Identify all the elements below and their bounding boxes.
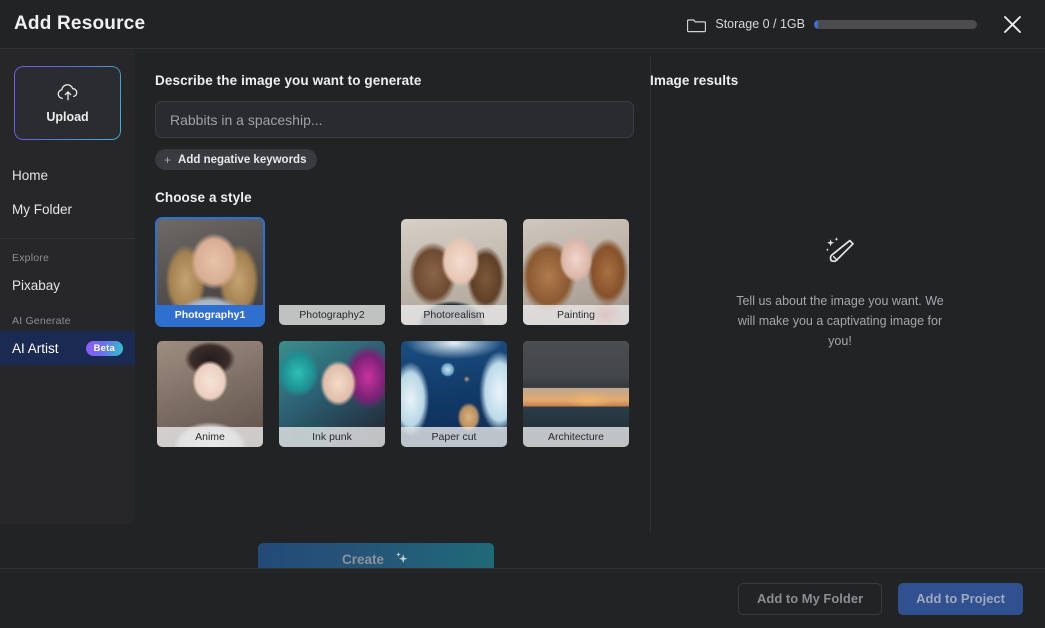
results-pane: Image results Tell us about the image yo… [635,49,1045,628]
main-content: Describe the image you want to generate … [135,49,1045,628]
sidebar-group-label-ai-generate: AI Generate [0,302,135,331]
upload-label: Upload [46,110,88,124]
style-grid: Photography1 Photography2 Photorealism P… [155,217,631,449]
sidebar-item-label: Pixabay [12,278,60,293]
folder-icon [687,16,706,33]
header-right-group: Storage 0 / 1GB [687,9,1027,39]
add-to-project-button[interactable]: Add to Project [898,583,1023,615]
results-empty-state: Tell us about the image you want. We wil… [635,234,1045,351]
sidebar-group-label-explore: Explore [0,239,135,268]
style-label: Photography1 [157,305,263,325]
cloud-upload-icon [56,83,80,103]
dialog-header: Add Resource Storage 0 / 1GB [0,0,1045,49]
style-section-title: Choose a style [155,190,635,205]
storage-progress-bar [814,20,977,29]
add-negative-keywords-label: Add negative keywords [178,154,306,166]
dialog-body: Upload Home My Folder Explore Pixabay AI… [0,49,1045,628]
style-card-photorealism[interactable]: Photorealism [399,217,509,327]
storage-text: Storage 0 / 1GB [715,17,805,31]
sidebar-item-my-folder[interactable]: My Folder [0,192,135,226]
plus-icon: + [164,154,171,166]
sidebar-item-label: Home [12,168,48,183]
style-label: Paper cut [401,427,507,447]
style-label: Ink punk [279,427,385,447]
sidebar-item-ai-artist[interactable]: AI Artist Beta [0,331,135,365]
style-card-photography2[interactable]: Photography2 [277,217,387,327]
sidebar-item-home[interactable]: Home [0,158,135,192]
generator-pane: Describe the image you want to generate … [135,49,635,628]
results-title: Image results [650,73,1045,88]
sidebar: Upload Home My Folder Explore Pixabay AI… [0,49,135,524]
style-label: Painting [523,305,629,325]
style-card-anime[interactable]: Anime [155,339,265,449]
close-button[interactable] [997,9,1027,39]
style-label: Photography2 [279,305,385,325]
storage-indicator: Storage 0 / 1GB [687,16,977,33]
style-label: Photorealism [401,305,507,325]
sparkle-icon [393,550,410,570]
add-to-my-folder-button[interactable]: Add to My Folder [738,583,882,615]
style-label: Anime [157,427,263,447]
magic-wand-icon [822,234,858,270]
style-label: Architecture [523,427,629,447]
dialog-footer: Add to My Folder Add to Project [0,568,1045,628]
style-card-paper-cut[interactable]: Paper cut [399,339,509,449]
results-empty-text: Tell us about the image you want. We wil… [733,292,948,351]
sidebar-item-label: AI Artist [12,341,59,356]
upload-button[interactable]: Upload [14,66,121,140]
style-card-ink-punk[interactable]: Ink punk [277,339,387,449]
style-card-architecture[interactable]: Architecture [521,339,631,449]
style-card-painting[interactable]: Painting [521,217,631,327]
prompt-input[interactable] [155,101,634,138]
upload-wrapper: Upload [0,49,135,140]
prompt-section-title: Describe the image you want to generate [155,73,635,88]
close-icon [1002,14,1023,35]
sidebar-item-label: My Folder [12,202,72,217]
style-card-photography1[interactable]: Photography1 [155,217,265,327]
add-resource-dialog: Add Resource Storage 0 / 1GB [0,0,1045,628]
page-title: Add Resource [14,13,145,35]
sidebar-item-pixabay[interactable]: Pixabay [0,268,135,302]
status-badge: Beta [86,341,123,356]
add-negative-keywords-button[interactable]: + Add negative keywords [155,149,317,170]
storage-progress-fill [814,20,818,29]
create-label: Create [342,552,384,567]
